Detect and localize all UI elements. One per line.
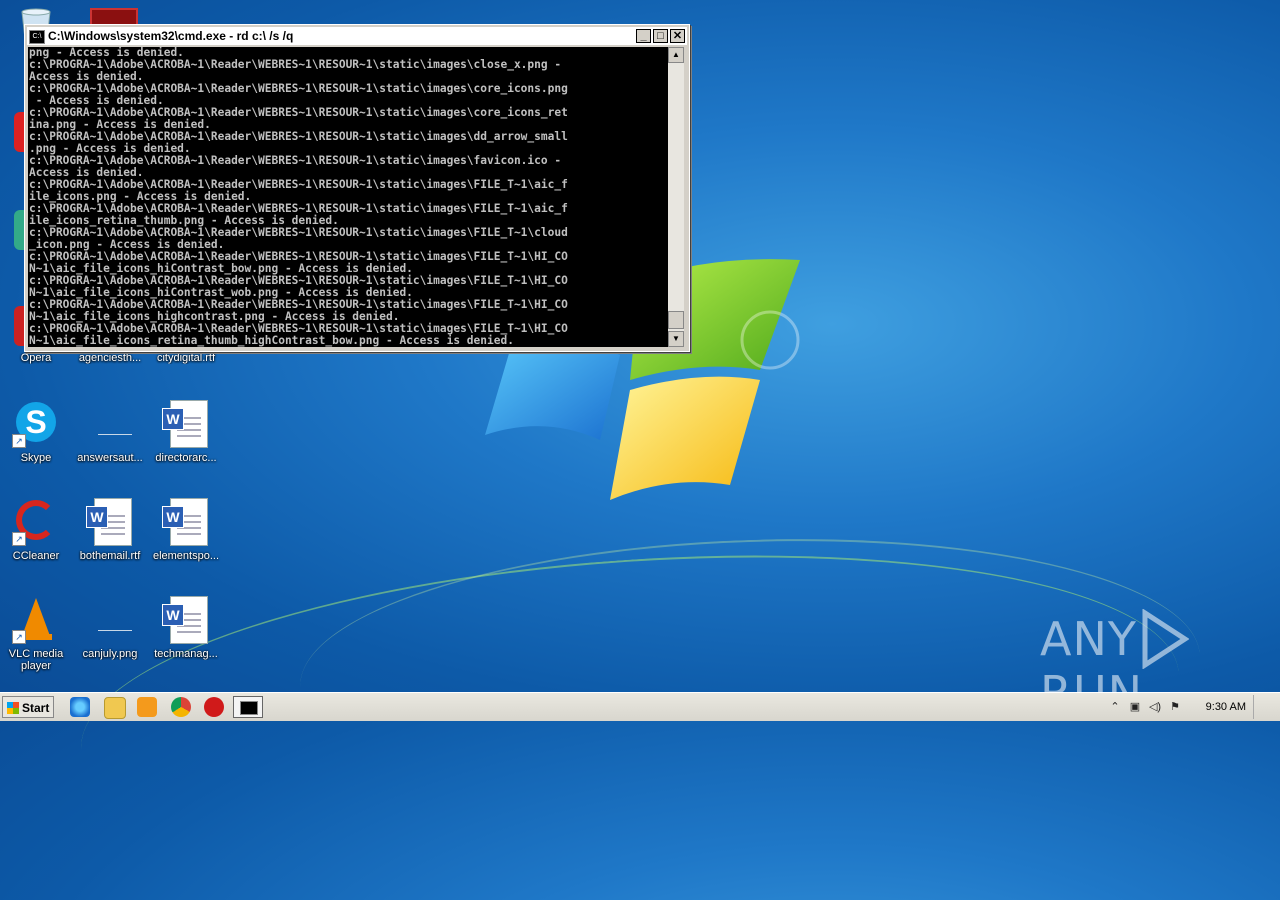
skype-icon: S ↗ [12,400,60,448]
desktop-icon-canjuly[interactable]: canjuly.png [72,596,148,660]
scroll-up-button[interactable]: ▲ [668,47,684,63]
desktop-icon-ccleaner[interactable]: ↗ CCleaner [0,498,74,562]
cmd-window[interactable]: C:\ C:\Windows\system32\cmd.exe - rd c:\ … [24,24,690,352]
desktop-icon-label: bothemail.rtf [79,550,141,562]
media-player-icon[interactable] [137,697,157,717]
windows-flag-icon [7,702,19,714]
desktop-icon-label: techmanag... [154,648,218,660]
desktop-icon-label: canjuly.png [82,648,138,660]
desktop-icon-techmanag[interactable]: W techmanag... [148,596,224,660]
show-desktop-button[interactable] [1253,695,1280,719]
system-tray: ⌃ ▣ ◁) ⚑ 9:30 AM [1100,693,1280,721]
scroll-thumb[interactable] [668,311,684,329]
desktop-icon-skype[interactable]: S ↗ Skype [0,400,74,464]
desktop-icon-label: directorarc... [155,452,217,464]
clock[interactable]: 9:30 AM [1206,693,1246,721]
shortcut-arrow-icon: ↗ [12,532,26,546]
word-doc-icon: W [162,400,210,448]
desktop-icon-label: elementspo... [152,550,220,562]
close-button[interactable]: ✕ [670,29,685,43]
word-doc-icon: W [162,498,210,546]
network-icon[interactable]: ▣ [1128,700,1142,714]
desktop-icon-label: citydigital.rtf [156,352,216,364]
desktop-icon-directorarc[interactable]: W directorarc... [148,400,224,464]
desktop-icon-answersaut[interactable]: answersaut... [72,400,148,464]
desktop-icon-label: agenciesth... [78,352,142,364]
start-button[interactable]: Start [2,696,54,718]
file-icon [86,400,134,448]
word-doc-icon: W [86,498,134,546]
shortcut-arrow-icon: ↗ [12,434,26,448]
console-line: N~1\aic_file_icons_retina_thumb_highCont… [29,334,514,347]
action-center-flag-icon[interactable]: ⚑ [1168,700,1182,714]
desktop-icon-label: Opera [20,352,52,364]
chrome-icon[interactable] [171,697,191,717]
taskbar: Start ⌃ ▣ ◁) ⚑ 9:30 AM [0,692,1280,721]
desktop-icon-label: answersaut... [77,452,143,464]
cmd-icon: C:\ [29,29,45,44]
minimize-button[interactable]: _ [636,29,651,43]
volume-icon[interactable]: ◁) [1148,700,1162,714]
desktop-icon-opera[interactable]: Opera [0,352,74,364]
ie-icon[interactable] [70,697,90,717]
scroll-down-button[interactable]: ▼ [668,331,684,347]
cmd-titlebar[interactable]: C:\ C:\Windows\system32\cmd.exe - rd c:\ … [27,27,687,45]
desktop-icon-citydigital[interactable]: citydigital.rtf [148,352,224,364]
desktop-icon-label: Skype [20,452,52,464]
show-hidden-icons-icon[interactable]: ⌃ [1108,700,1122,714]
explorer-icon[interactable] [104,697,126,719]
word-doc-icon: W [162,596,210,644]
desktop-icon-label: CCleaner [12,550,60,562]
image-file-icon [86,596,134,644]
desktop-icon-agencies[interactable]: agenciesth... [72,352,148,364]
vertical-scrollbar[interactable]: ▲ ▼ [668,47,684,347]
play-logo-icon [1141,609,1189,669]
cmd-taskbar-button[interactable] [233,696,263,718]
desktop-icon-elementspo[interactable]: W elementspo... [148,498,224,562]
vlc-icon: ↗ [12,596,60,644]
desktop-icon-label: VLC media player [8,648,64,672]
maximize-button[interactable]: □ [653,29,668,43]
console-output[interactable]: png - Access is denied. c:\PROGRA~1\Adobe… [28,47,668,347]
desktop-icon-bothemail[interactable]: W bothemail.rtf [72,498,148,562]
ccleaner-icon: ↗ [12,498,60,546]
shortcut-arrow-icon: ↗ [12,630,26,644]
cmd-window-title: C:\Windows\system32\cmd.exe - rd c:\ /s … [48,29,294,43]
opera-icon[interactable] [204,697,224,717]
cmd-icon [240,701,258,715]
desktop-icon-vlc[interactable]: ↗ VLC media player [0,596,74,672]
